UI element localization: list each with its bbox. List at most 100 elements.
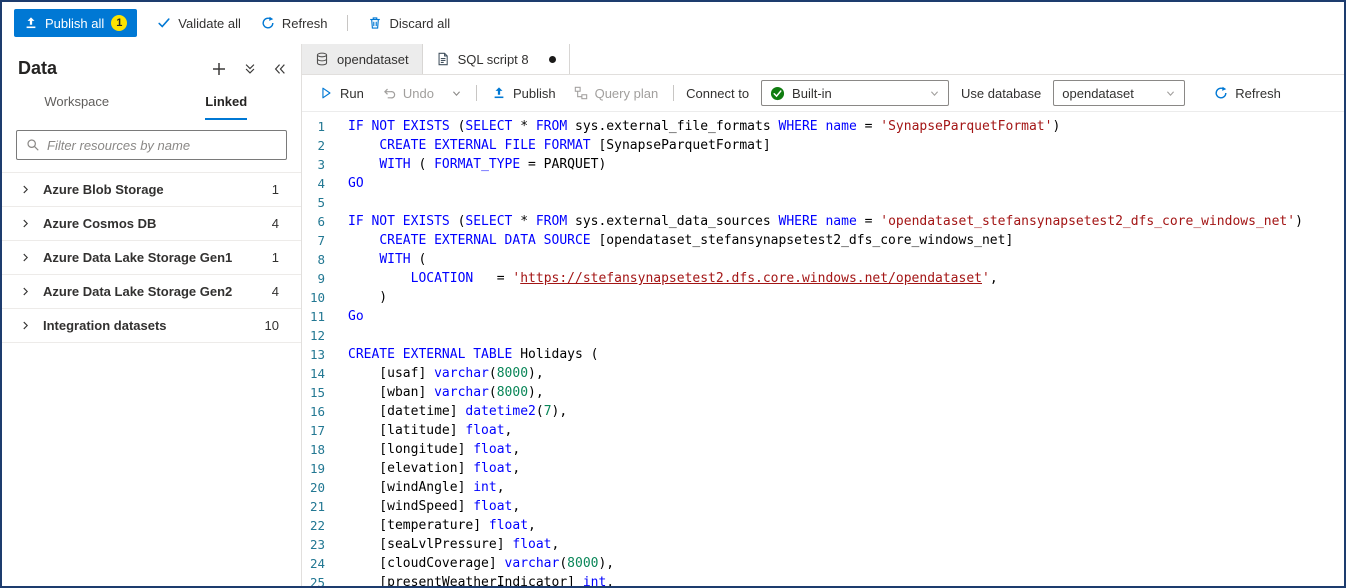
code-line[interactable]: 6IF NOT EXISTS (SELECT * FROM sys.extern… bbox=[302, 212, 1344, 231]
code-line[interactable]: 24 [cloudCoverage] varchar(8000), bbox=[302, 554, 1344, 573]
code-line[interactable]: 9 LOCATION = 'https://stefansynapsetest2… bbox=[302, 269, 1344, 288]
line-number: 15 bbox=[302, 383, 348, 402]
tree-item-count: 1 bbox=[272, 250, 279, 265]
line-number: 24 bbox=[302, 554, 348, 573]
code-text: GO bbox=[348, 174, 364, 193]
code-text: [windSpeed] float, bbox=[348, 497, 520, 516]
code-line[interactable]: 2 CREATE EXTERNAL FILE FORMAT [SynapsePa… bbox=[302, 136, 1344, 155]
add-resource-icon[interactable] bbox=[211, 61, 227, 77]
publish-icon bbox=[492, 86, 506, 100]
publish-all-label: Publish all bbox=[45, 16, 104, 31]
query-plan-button[interactable]: Query plan bbox=[571, 80, 662, 106]
chevron-down-icon bbox=[929, 88, 940, 99]
tab-linked[interactable]: Linked bbox=[152, 85, 302, 120]
code-line[interactable]: 20 [windAngle] int, bbox=[302, 478, 1344, 497]
editor-tabstrip: opendataset SQL script 8 bbox=[302, 44, 1344, 75]
builtin-status-icon bbox=[770, 86, 785, 101]
code-line[interactable]: 13CREATE EXTERNAL TABLE Holidays ( bbox=[302, 345, 1344, 364]
linked-resources-tree: Azure Blob Storage 1 Azure Cosmos DB 4 A… bbox=[2, 172, 301, 343]
code-text: [windAngle] int, bbox=[348, 478, 505, 497]
code-text: [seaLvlPressure] float, bbox=[348, 535, 559, 554]
use-database-dropdown[interactable]: opendataset bbox=[1053, 80, 1185, 106]
chevron-right-icon[interactable] bbox=[20, 184, 31, 195]
query-plan-icon bbox=[574, 86, 588, 100]
database-icon bbox=[315, 52, 329, 66]
tree-item-adls-gen1[interactable]: Azure Data Lake Storage Gen1 1 bbox=[2, 241, 301, 275]
tree-item-label: Azure Data Lake Storage Gen1 bbox=[43, 250, 272, 265]
tree-item-azure-cosmos-db[interactable]: Azure Cosmos DB 4 bbox=[2, 207, 301, 241]
tree-item-integration-datasets[interactable]: Integration datasets 10 bbox=[2, 309, 301, 343]
line-number: 8 bbox=[302, 250, 348, 269]
publish-icon bbox=[24, 16, 38, 30]
code-line[interactable]: 18 [longitude] float, bbox=[302, 440, 1344, 459]
code-line[interactable]: 25 [presentWeatherIndicator] int, bbox=[302, 573, 1344, 586]
code-text: [elevation] float, bbox=[348, 459, 520, 478]
code-text: [temperature] float, bbox=[348, 516, 536, 535]
code-line[interactable]: 7 CREATE EXTERNAL DATA SOURCE [opendatas… bbox=[302, 231, 1344, 250]
code-line[interactable]: 11Go bbox=[302, 307, 1344, 326]
connect-to-dropdown[interactable]: Built-in bbox=[761, 80, 949, 106]
refresh-icon bbox=[1214, 86, 1228, 100]
discard-all-button[interactable]: Discard all bbox=[368, 9, 450, 37]
code-line[interactable]: 12 bbox=[302, 326, 1344, 345]
line-number: 14 bbox=[302, 364, 348, 383]
run-button[interactable]: Run bbox=[316, 80, 367, 106]
code-line[interactable]: 1IF NOT EXISTS (SELECT * FROM sys.extern… bbox=[302, 117, 1344, 136]
publish-all-button[interactable]: Publish all 1 bbox=[14, 9, 137, 37]
code-line[interactable]: 15 [wban] varchar(8000), bbox=[302, 383, 1344, 402]
tab-sql-script-8[interactable]: SQL script 8 bbox=[423, 44, 570, 74]
publish-button[interactable]: Publish bbox=[489, 80, 559, 106]
code-text: WITH ( FORMAT_TYPE = PARQUET) bbox=[348, 155, 606, 174]
code-line[interactable]: 5 bbox=[302, 193, 1344, 212]
tree-item-count: 4 bbox=[272, 216, 279, 231]
code-line[interactable]: 17 [latitude] float, bbox=[302, 421, 1344, 440]
sql-script-icon bbox=[436, 52, 450, 66]
top-toolbar: Publish all 1 Validate all Refresh Disca… bbox=[2, 2, 1344, 44]
run-label: Run bbox=[340, 86, 364, 101]
code-line[interactable]: 22 [temperature] float, bbox=[302, 516, 1344, 535]
line-number: 16 bbox=[302, 402, 348, 421]
undo-dropdown-chevron-icon[interactable] bbox=[449, 88, 464, 99]
code-line[interactable]: 14 [usaf] varchar(8000), bbox=[302, 364, 1344, 383]
sidebar-title: Data bbox=[18, 58, 211, 79]
tab-workspace-label: Workspace bbox=[44, 94, 109, 120]
publish-label: Publish bbox=[513, 86, 556, 101]
collapse-all-icon[interactable] bbox=[243, 62, 257, 76]
toolbar-divider bbox=[673, 85, 674, 101]
chevron-right-icon[interactable] bbox=[20, 286, 31, 297]
line-number: 23 bbox=[302, 535, 348, 554]
refresh-icon bbox=[261, 16, 275, 30]
code-line[interactable]: 23 [seaLvlPressure] float, bbox=[302, 535, 1344, 554]
chevron-right-icon[interactable] bbox=[20, 252, 31, 263]
code-line[interactable]: 19 [elevation] float, bbox=[302, 459, 1344, 478]
tab-workspace[interactable]: Workspace bbox=[2, 85, 152, 120]
refresh-button[interactable]: Refresh bbox=[261, 9, 328, 37]
code-text: [longitude] float, bbox=[348, 440, 520, 459]
chevron-right-icon[interactable] bbox=[20, 218, 31, 229]
editor-refresh-button[interactable]: Refresh bbox=[1211, 80, 1284, 106]
code-line[interactable]: 10 ) bbox=[302, 288, 1344, 307]
line-number: 9 bbox=[302, 269, 348, 288]
sql-editor-toolbar: Run Undo Publish bbox=[302, 75, 1344, 112]
validate-all-button[interactable]: Validate all bbox=[157, 9, 241, 37]
tree-item-count: 4 bbox=[272, 284, 279, 299]
collapse-pane-icon[interactable] bbox=[273, 62, 287, 76]
synapse-studio-window: Publish all 1 Validate all Refresh Disca… bbox=[0, 0, 1346, 588]
code-line[interactable]: 8 WITH ( bbox=[302, 250, 1344, 269]
undo-button[interactable]: Undo bbox=[379, 80, 437, 106]
connect-to-value: Built-in bbox=[792, 86, 922, 101]
tree-item-adls-gen2[interactable]: Azure Data Lake Storage Gen2 4 bbox=[2, 275, 301, 309]
code-line[interactable]: 4GO bbox=[302, 174, 1344, 193]
code-text: [usaf] varchar(8000), bbox=[348, 364, 544, 383]
line-number: 17 bbox=[302, 421, 348, 440]
code-line[interactable]: 21 [windSpeed] float, bbox=[302, 497, 1344, 516]
code-line[interactable]: 3 WITH ( FORMAT_TYPE = PARQUET) bbox=[302, 155, 1344, 174]
tab-linked-label: Linked bbox=[205, 94, 247, 120]
code-line[interactable]: 16 [datetime] datetime2(7), bbox=[302, 402, 1344, 421]
filter-resources-input[interactable] bbox=[47, 138, 277, 153]
tree-item-azure-blob-storage[interactable]: Azure Blob Storage 1 bbox=[2, 173, 301, 207]
chevron-right-icon[interactable] bbox=[20, 320, 31, 331]
line-number: 19 bbox=[302, 459, 348, 478]
sql-code-editor[interactable]: 1IF NOT EXISTS (SELECT * FROM sys.extern… bbox=[302, 112, 1344, 586]
tab-opendataset[interactable]: opendataset bbox=[302, 44, 423, 74]
